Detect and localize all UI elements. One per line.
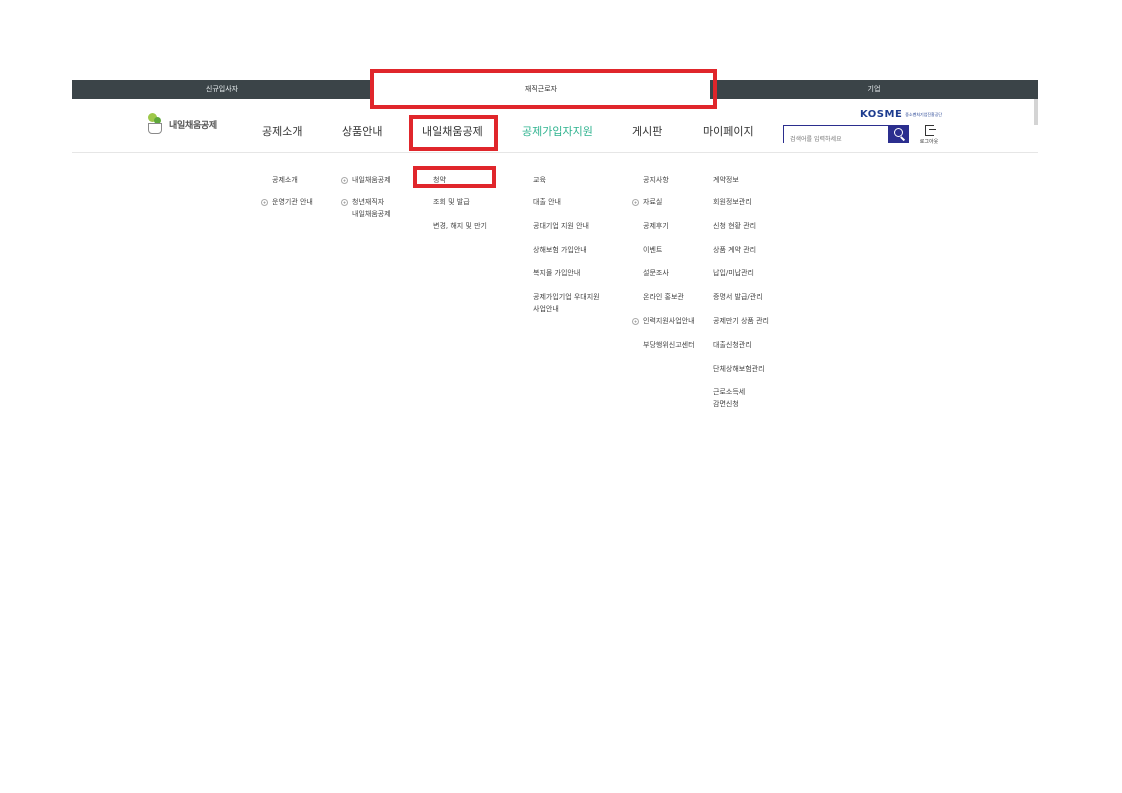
logout-button[interactable]: 로그아웃: [917, 125, 941, 145]
submenu-item[interactable]: 공지사항: [643, 174, 669, 186]
submenu-item[interactable]: 단체상해보험관리: [713, 363, 765, 375]
submenu-item[interactable]: 계약정보: [713, 174, 739, 186]
submenu-item-with-bullet[interactable]: + 인력지원사업안내: [632, 315, 695, 327]
user-type-tabs: 신규입사자 재직근로자 기업: [72, 80, 1038, 99]
header: 내일채움공제 공제소개 상품안내 내일채움공제 공제가입자지원 게시판 마이페이…: [72, 99, 1038, 153]
search-button[interactable]: [889, 125, 909, 143]
submenu-item[interactable]: 회원정보관리: [713, 196, 752, 208]
plus-icon: +: [341, 176, 348, 184]
gnb-board[interactable]: 게시판: [632, 123, 662, 139]
submenu-item[interactable]: 근로소득세: [713, 386, 745, 398]
kosme-logo[interactable]: KOSME 중소벤처기업진흥공단: [860, 109, 942, 120]
logo-text: 내일채움공제: [169, 120, 217, 131]
submenu-item[interactable]: 공제가입기업 우대지원: [533, 291, 600, 303]
plus-icon: +: [632, 198, 639, 206]
logo-icon: [147, 113, 165, 135]
site-logo[interactable]: 내일채움공제: [147, 113, 217, 135]
submenu-item-with-bullet[interactable]: + 운영기관 안내: [261, 196, 313, 208]
submenu-item[interactable]: 복지몰 가입안내: [533, 267, 580, 279]
tab-company[interactable]: 기업: [710, 80, 1038, 99]
plus-icon: +: [632, 317, 639, 325]
submenu-item[interactable]: 대출 안내: [533, 196, 561, 208]
submenu-item[interactable]: 증명서 발급/관리: [713, 291, 763, 303]
submenu-item[interactable]: 설문조사: [643, 267, 669, 279]
submenu-item[interactable]: 상해보험 가입안내: [533, 244, 587, 256]
submenu-item[interactable]: 감면신청: [713, 398, 739, 410]
plus-icon: +: [261, 198, 268, 206]
logout-label: 로그아웃: [919, 139, 939, 145]
gnb-about[interactable]: 공제소개: [262, 123, 302, 139]
submenu-item[interactable]: 공제만기 상품 관리: [713, 315, 769, 327]
submenu-item[interactable]: 납입/미납관리: [713, 267, 754, 279]
gnb-mypage[interactable]: 마이페이지: [703, 123, 754, 139]
highlight-subscription: [413, 166, 496, 188]
submenu-item[interactable]: 공제후기: [643, 220, 669, 232]
submenu-item[interactable]: 대출신청관리: [713, 339, 752, 351]
kosme-logo-sub: 중소벤처기업진흥공단: [905, 112, 943, 117]
kosme-logo-text: KOSME: [860, 109, 903, 120]
gnb-tomorrow-fund[interactable]: 내일채움공제: [422, 123, 483, 139]
submenu-item[interactable]: 내일채움공제: [352, 208, 391, 220]
submenu-item[interactable]: 교육: [533, 174, 546, 186]
search-box: [783, 125, 889, 148]
plus-icon: +: [341, 198, 348, 206]
submenu-item[interactable]: 온라인 홍보관: [643, 291, 684, 303]
submenu-item[interactable]: 신청 현황 관리: [713, 220, 756, 232]
submenu-item[interactable]: 부당행위신고센터: [643, 339, 695, 351]
submenu-item[interactable]: 공대기업 지원 안내: [533, 220, 589, 232]
submenu-item-with-bullet[interactable]: + 내일채움공제: [341, 174, 391, 186]
search-input[interactable]: [784, 131, 888, 148]
submenu-item[interactable]: 상품 계약 관리: [713, 244, 756, 256]
submenu-item-with-bullet[interactable]: + 자료실: [632, 196, 662, 208]
tab-new-employee[interactable]: 신규입사자: [72, 80, 372, 99]
submenu-item[interactable]: 사업안내: [533, 303, 559, 315]
submenu-item[interactable]: 변경, 해지 및 만기: [433, 220, 487, 232]
submenu-item[interactable]: 조회 및 발급: [433, 196, 470, 208]
gnb-member-support[interactable]: 공제가입자지원: [522, 123, 593, 139]
submenu-item-with-bullet[interactable]: + 청년재직자: [341, 196, 384, 208]
gnb-products[interactable]: 상품안내: [342, 123, 382, 139]
logout-icon: [924, 125, 936, 136]
scrollbar[interactable]: [1034, 99, 1038, 125]
submenu-item[interactable]: 이벤트: [643, 244, 662, 256]
tab-current-employee[interactable]: 재직근로자: [372, 80, 710, 99]
submenu-item-subscription[interactable]: 청약: [433, 174, 446, 186]
submenu-item[interactable]: 공제소개: [272, 174, 298, 186]
